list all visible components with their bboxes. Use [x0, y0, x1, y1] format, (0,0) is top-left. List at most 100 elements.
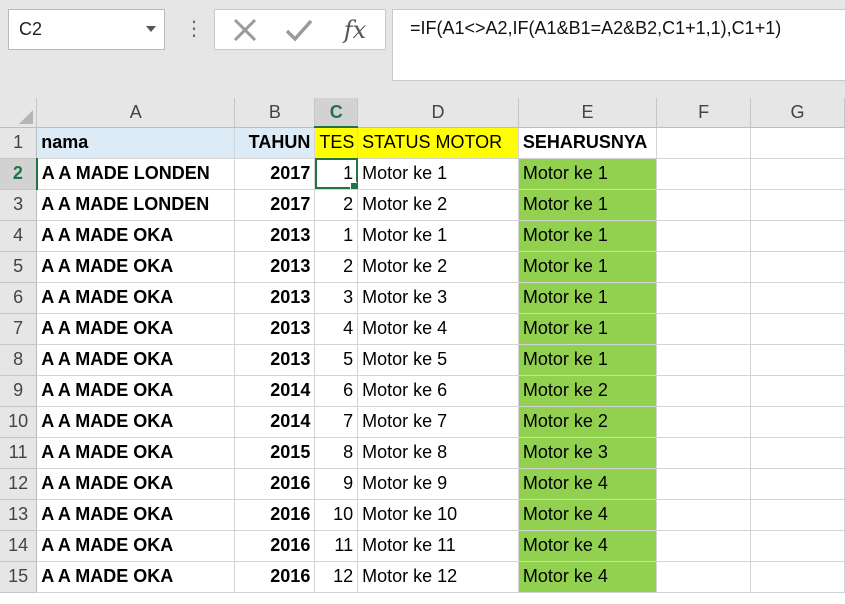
row-header[interactable]: 8: [0, 344, 38, 376]
cell-status-motor[interactable]: Motor ke 1: [357, 220, 519, 252]
cell-nama[interactable]: A A MADE OKA: [36, 468, 236, 500]
column-header-d[interactable]: D: [357, 98, 519, 128]
cell-tes[interactable]: 2: [314, 189, 359, 221]
cell[interactable]: [750, 251, 845, 283]
chevron-down-icon[interactable]: [146, 26, 156, 32]
cell-status-motor[interactable]: Motor ke 10: [357, 499, 519, 531]
cell-tahun[interactable]: 2013: [234, 313, 316, 345]
cell[interactable]: [750, 468, 845, 500]
cell-nama[interactable]: A A MADE OKA: [36, 406, 236, 438]
row-header[interactable]: 15: [0, 561, 38, 593]
cell[interactable]: [750, 561, 845, 593]
name-box[interactable]: C2: [8, 9, 165, 50]
cell-seharusnya[interactable]: Motor ke 3: [518, 437, 658, 469]
cell[interactable]: [656, 375, 751, 407]
cell-seharusnya[interactable]: Motor ke 1: [518, 158, 658, 190]
cell-nama[interactable]: A A MADE OKA: [36, 499, 236, 531]
check-icon[interactable]: [279, 14, 319, 46]
column-header-a[interactable]: A: [36, 98, 236, 128]
cell[interactable]: [750, 282, 845, 314]
row-header[interactable]: 3: [0, 189, 38, 221]
formula-input[interactable]: =IF(A1<>A2,IF(A1&B1=A2&B2,C1+1,1),C1+1): [392, 9, 845, 81]
cell-nama[interactable]: A A MADE LONDEN: [36, 189, 236, 221]
cell-status-motor[interactable]: Motor ke 1: [357, 158, 519, 190]
cell[interactable]: [750, 313, 845, 345]
cell-tahun[interactable]: 2014: [234, 375, 316, 407]
cell-tahun[interactable]: 2016: [234, 499, 316, 531]
cell-tahun[interactable]: 2014: [234, 406, 316, 438]
cell-tahun[interactable]: 2017: [234, 158, 316, 190]
row-header[interactable]: 6: [0, 282, 38, 314]
row-header[interactable]: 13: [0, 499, 38, 531]
column-header-c[interactable]: C: [314, 98, 359, 128]
row-header[interactable]: 11: [0, 437, 38, 469]
cell[interactable]: [750, 375, 845, 407]
cancel-icon[interactable]: [225, 14, 265, 46]
header-cell-tes[interactable]: TES: [314, 127, 359, 159]
header-cell-status-motor[interactable]: STATUS MOTOR: [357, 127, 519, 159]
insert-function-icon[interactable]: fx: [335, 14, 375, 46]
row-header[interactable]: 7: [0, 313, 38, 345]
header-cell-tahun[interactable]: TAHUN: [234, 127, 316, 159]
cell-seharusnya[interactable]: Motor ke 4: [518, 499, 658, 531]
cell-nama[interactable]: A A MADE OKA: [36, 561, 236, 593]
cell-tahun[interactable]: 2016: [234, 530, 316, 562]
cell-nama[interactable]: A A MADE OKA: [36, 344, 236, 376]
cell-seharusnya[interactable]: Motor ke 1: [518, 313, 658, 345]
cell[interactable]: [750, 127, 845, 159]
cell[interactable]: [656, 127, 751, 159]
cell[interactable]: [656, 158, 751, 190]
cell-seharusnya[interactable]: Motor ke 4: [518, 530, 658, 562]
cell[interactable]: [750, 158, 845, 190]
cell[interactable]: [656, 437, 751, 469]
cell-nama[interactable]: A A MADE OKA: [36, 220, 236, 252]
row-header[interactable]: 1: [0, 127, 38, 159]
cell-status-motor[interactable]: Motor ke 12: [357, 561, 519, 593]
active-cell-tes[interactable]: 1: [314, 158, 359, 190]
cell-seharusnya[interactable]: Motor ke 1: [518, 251, 658, 283]
cell-tes[interactable]: 1: [314, 220, 359, 252]
cell[interactable]: [656, 406, 751, 438]
cell[interactable]: [656, 561, 751, 593]
cell-seharusnya[interactable]: Motor ke 4: [518, 468, 658, 500]
select-all-button[interactable]: [0, 98, 38, 128]
cell-status-motor[interactable]: Motor ke 9: [357, 468, 519, 500]
cell[interactable]: [750, 499, 845, 531]
row-header[interactable]: 4: [0, 220, 38, 252]
cell-nama[interactable]: A A MADE OKA: [36, 530, 236, 562]
cell-tes[interactable]: 12: [314, 561, 359, 593]
cell-status-motor[interactable]: Motor ke 2: [357, 189, 519, 221]
cell-tes[interactable]: 4: [314, 313, 359, 345]
cell-tahun[interactable]: 2017: [234, 189, 316, 221]
row-header[interactable]: 12: [0, 468, 38, 500]
cell-tes[interactable]: 3: [314, 282, 359, 314]
cell-tahun[interactable]: 2016: [234, 468, 316, 500]
cell[interactable]: [656, 313, 751, 345]
row-header[interactable]: 5: [0, 251, 38, 283]
cell-status-motor[interactable]: Motor ke 3: [357, 282, 519, 314]
cell-seharusnya[interactable]: Motor ke 1: [518, 220, 658, 252]
cell[interactable]: [656, 220, 751, 252]
cell-status-motor[interactable]: Motor ke 11: [357, 530, 519, 562]
cell-nama[interactable]: A A MADE OKA: [36, 313, 236, 345]
cell[interactable]: [750, 437, 845, 469]
cell-status-motor[interactable]: Motor ke 8: [357, 437, 519, 469]
cell[interactable]: [750, 189, 845, 221]
cell-seharusnya[interactable]: Motor ke 4: [518, 561, 658, 593]
row-header[interactable]: 2: [0, 158, 38, 190]
cell[interactable]: [656, 282, 751, 314]
column-header-g[interactable]: G: [750, 98, 845, 128]
cell-seharusnya[interactable]: Motor ke 2: [518, 406, 658, 438]
cell-tes[interactable]: 6: [314, 375, 359, 407]
row-header[interactable]: 10: [0, 406, 38, 438]
cell-seharusnya[interactable]: Motor ke 1: [518, 344, 658, 376]
more-options-icon[interactable]: ⋮: [184, 16, 204, 42]
cell-nama[interactable]: A A MADE OKA: [36, 251, 236, 283]
cell-tes[interactable]: 5: [314, 344, 359, 376]
cell-tes[interactable]: 8: [314, 437, 359, 469]
cell-tes[interactable]: 2: [314, 251, 359, 283]
header-cell-seharusnya[interactable]: SEHARUSNYA: [518, 127, 658, 159]
column-header-b[interactable]: B: [234, 98, 316, 128]
cell-tahun[interactable]: 2016: [234, 561, 316, 593]
cell-tahun[interactable]: 2013: [234, 251, 316, 283]
